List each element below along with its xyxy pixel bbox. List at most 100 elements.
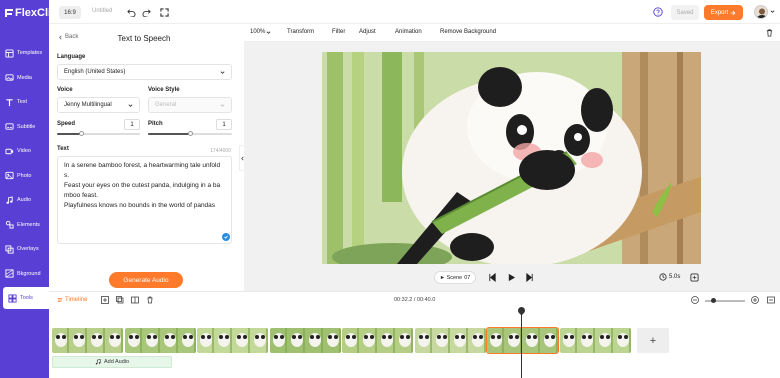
help-icon[interactable] (653, 7, 663, 17)
fit-timeline-icon[interactable] (767, 296, 775, 304)
play-small-icon (440, 275, 444, 280)
audio-icon (6, 195, 13, 204)
voice-style-label: Voice Style (148, 87, 180, 93)
sidebar-item-audio[interactable]: Audio (0, 189, 49, 211)
duration-value: 5.0s (669, 274, 681, 280)
video-preview[interactable] (322, 52, 701, 264)
sidebar-item-elements[interactable]: Elements (0, 214, 49, 236)
tools-icon (8, 293, 17, 303)
sidebar-item-media[interactable]: Media (0, 67, 49, 89)
add-audio-button[interactable]: Add Audio (52, 356, 172, 368)
playhead[interactable] (521, 310, 522, 378)
character-count: 174/4000 (210, 148, 231, 154)
add-scene-button[interactable]: + (637, 328, 669, 353)
sidebar-item-tools[interactable]: Tools (3, 287, 49, 309)
trash-icon[interactable] (765, 28, 774, 37)
back-button[interactable]: Back (58, 34, 78, 40)
timeline-time: 00:32.2 / 00:40.0 (394, 297, 436, 303)
aspect-ratio-button[interactable]: 16:9 (59, 6, 81, 19)
fullscreen-icon[interactable] (159, 7, 169, 17)
speed-slider-handle[interactable] (79, 131, 85, 136)
sidebar-item-subtitle[interactable]: Subtitle (0, 116, 49, 138)
scene-clip[interactable] (197, 328, 268, 353)
add-scene-icon[interactable] (101, 296, 109, 304)
scene-duration[interactable]: 5.0s (659, 273, 680, 281)
zoom-slider-handle[interactable] (711, 298, 716, 303)
remove-background-button[interactable]: Remove Background (440, 29, 496, 35)
user-avatar-icon (756, 8, 767, 18)
speed-value[interactable]: 1 (124, 119, 140, 130)
export-button[interactable]: Export (704, 5, 743, 20)
voice-select[interactable]: Jenny Multilingual (57, 97, 140, 113)
redo-icon[interactable] (141, 7, 151, 17)
timeline-icon (57, 298, 63, 302)
sidebar-item-bkground[interactable]: Bkground (0, 263, 49, 285)
text-to-speech-panel: Text to Speech Back Language English (Un… (49, 24, 239, 291)
split-icon[interactable] (131, 296, 139, 304)
voice-value: Jenny Multilingual (64, 102, 112, 108)
pitch-value[interactable]: 1 (216, 119, 232, 130)
animation-button[interactable]: Animation (395, 29, 422, 35)
saved-status: Saved (671, 5, 699, 20)
subtitle-icon (5, 123, 14, 130)
scene-clip[interactable] (124, 328, 196, 353)
undo-icon[interactable] (126, 7, 136, 17)
sidebar-item-label: Bkground (17, 270, 41, 277)
sidebar-item-label: Video (17, 148, 31, 154)
language-select[interactable]: English (United States) (57, 64, 232, 80)
scene-clip[interactable] (342, 328, 413, 353)
scene-clip[interactable] (486, 327, 559, 354)
zoom-in-icon[interactable] (751, 296, 759, 304)
chevron-left-icon (59, 35, 62, 39)
timeline-label: Timeline (65, 297, 88, 303)
chevron-down-icon (220, 70, 225, 74)
add-audio-label: Add Audio (104, 359, 130, 365)
sidebar-item-label: Audio (17, 197, 32, 203)
zoom-out-icon[interactable] (691, 296, 699, 304)
script-textarea[interactable]: In a serene bamboo forest, a heartwarmin… (57, 156, 232, 244)
project-name[interactable]: Untitled (92, 8, 112, 14)
transform-button[interactable]: Transform (287, 29, 314, 35)
next-icon[interactable] (525, 273, 534, 282)
timeline-toggle[interactable]: Timeline (57, 297, 87, 303)
avatar[interactable] (754, 5, 768, 19)
scene-clip[interactable] (269, 328, 341, 353)
adjust-button[interactable]: Adjust (359, 29, 376, 35)
scene-clip[interactable] (559, 328, 631, 353)
play-icon[interactable] (507, 273, 516, 282)
sidebar-item-photo[interactable]: Photo (0, 165, 49, 187)
photo-icon (5, 171, 14, 180)
scene-clips (52, 327, 634, 354)
chevron-down-icon (128, 103, 133, 107)
zoom-select[interactable]: 100% (250, 29, 271, 35)
generate-audio-button[interactable]: Generate Audio (109, 272, 183, 288)
chevron-down-icon[interactable] (770, 9, 775, 14)
sidebar-item-overlays[interactable]: Overlays (0, 238, 49, 260)
canvas-toolbar: 100% Transform Filter Adjust Animation R… (244, 24, 780, 42)
music-note-icon (95, 359, 101, 365)
templates-icon (5, 48, 14, 58)
previous-icon[interactable] (488, 273, 497, 282)
speed-slider[interactable] (57, 131, 140, 136)
sidebar-item-text[interactable]: Text (0, 91, 49, 113)
fit-screen-icon[interactable] (690, 273, 699, 282)
duplicate-icon[interactable] (116, 296, 124, 304)
voice-style-value: General (155, 102, 177, 108)
sidebar-item-label: Tools (20, 295, 33, 301)
pitch-label: Pitch (148, 121, 163, 127)
scene-button[interactable]: Scene 07 (434, 271, 476, 284)
timeline-panel: Timeline 00:32.2 / 00:40.0 + Add Audio (49, 291, 780, 378)
delete-icon[interactable] (146, 296, 154, 304)
clock-icon (659, 273, 667, 281)
pitch-slider-handle[interactable] (187, 131, 193, 136)
sidebar-item-templates[interactable]: Templates (0, 42, 49, 64)
voice-style-select[interactable]: General (148, 97, 232, 113)
sidebar-item-video[interactable]: Video (0, 140, 49, 162)
filter-button[interactable]: Filter (332, 29, 345, 35)
scene-clip[interactable] (52, 328, 123, 353)
scene-clip[interactable] (414, 328, 486, 353)
timeline-zoom-slider[interactable] (705, 298, 745, 303)
sidebar-item-label: Subtitle (17, 123, 36, 130)
pitch-slider[interactable] (148, 131, 232, 136)
check-icon (222, 233, 230, 241)
